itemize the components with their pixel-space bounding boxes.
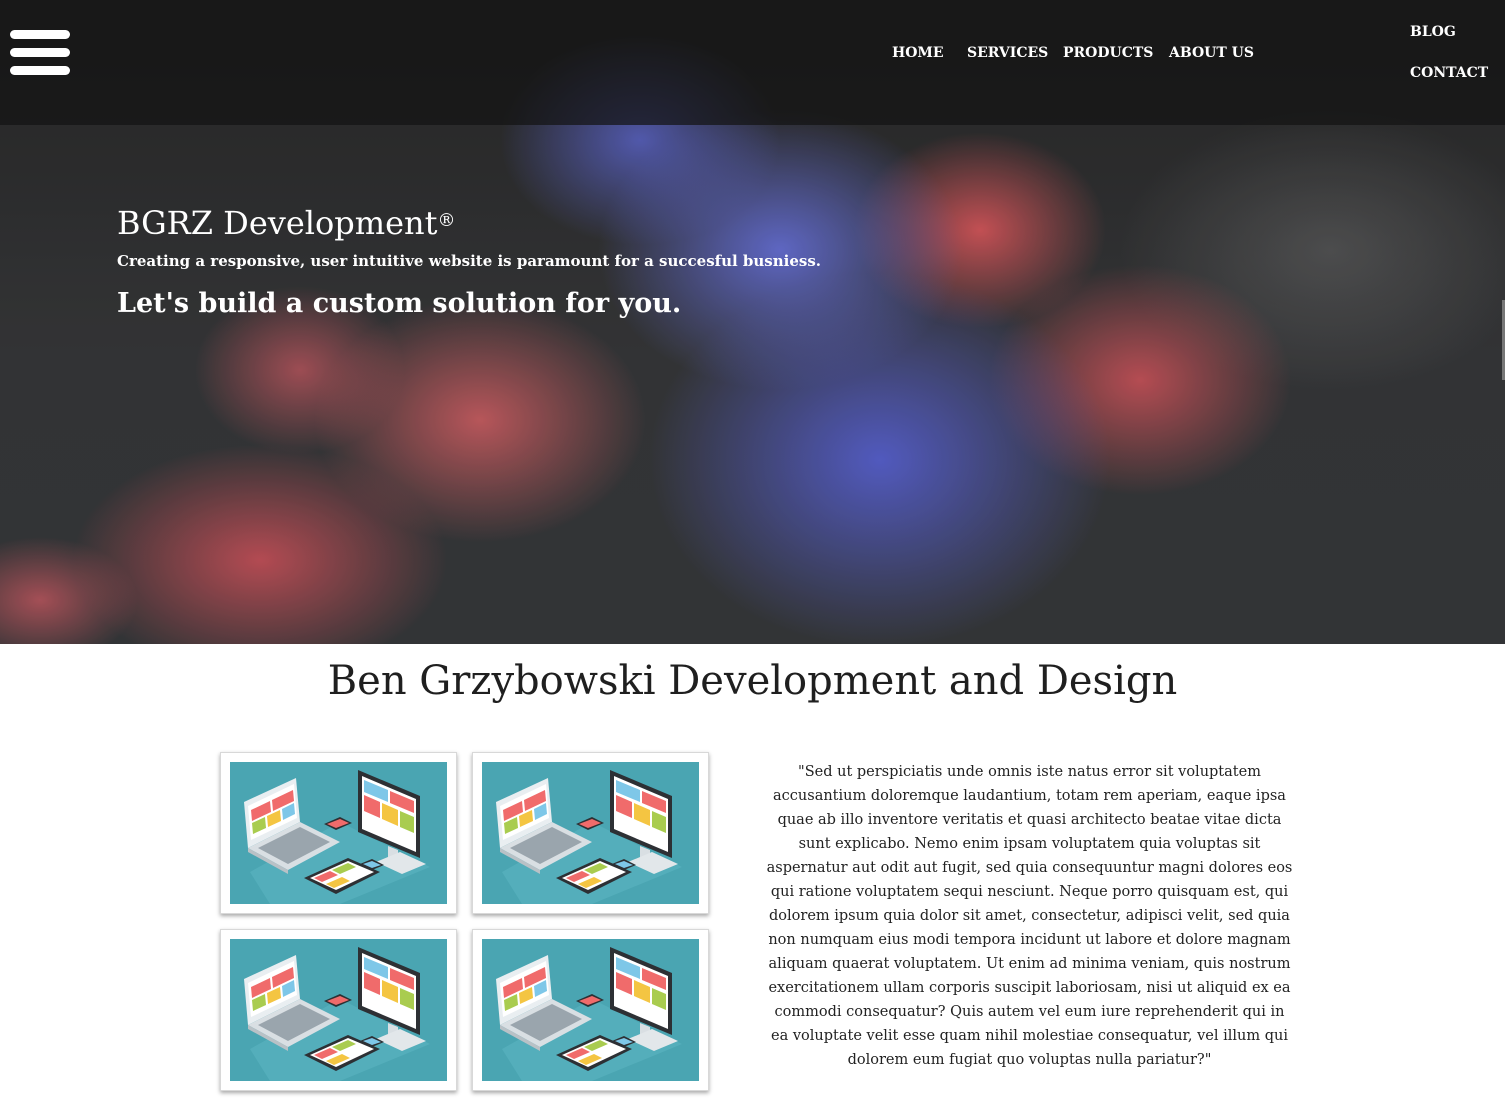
hamburger-bar (10, 48, 70, 57)
portfolio-card[interactable] (472, 752, 709, 914)
hero-text: BGRZ Development® Creating a responsive,… (117, 200, 821, 319)
responsive-devices-icon (230, 762, 447, 904)
brand-title: BGRZ Development® (117, 200, 821, 246)
nav-services-link[interactable]: SERVICES (967, 45, 1048, 61)
responsive-devices-icon (230, 939, 447, 1081)
page-title: Ben Grzybowski Development and Design (327, 658, 1178, 704)
nav-contact-link[interactable]: CONTACT (1410, 65, 1488, 81)
brand-name: BGRZ Development (117, 204, 438, 242)
responsive-devices-icon (482, 939, 699, 1081)
portfolio-card[interactable] (220, 752, 457, 914)
nav-products-link[interactable]: PRODUCTS (1063, 45, 1153, 61)
hero-tagline: Creating a responsive, user intuitive we… (117, 252, 822, 270)
nav-about-link[interactable]: ABOUT US (1169, 45, 1254, 61)
portfolio-card[interactable] (472, 929, 709, 1091)
portfolio-card[interactable] (220, 929, 457, 1091)
hamburger-bar (10, 66, 70, 75)
hamburger-bar (10, 30, 70, 39)
nav-blog-link[interactable]: BLOG (1410, 24, 1456, 40)
responsive-devices-icon (482, 762, 699, 904)
registered-mark: ® (437, 210, 456, 231)
hamburger-menu-icon[interactable] (10, 30, 70, 78)
nav-home-link[interactable]: HOME (892, 45, 944, 61)
hero-cta: Let's build a custom solution for you. (117, 288, 682, 319)
intro-quote: "Sed ut perspiciatis unde omnis iste nat… (766, 764, 1293, 1068)
top-navbar: HOME SERVICES PRODUCTS ABOUT US BLOG CON… (0, 0, 1505, 125)
